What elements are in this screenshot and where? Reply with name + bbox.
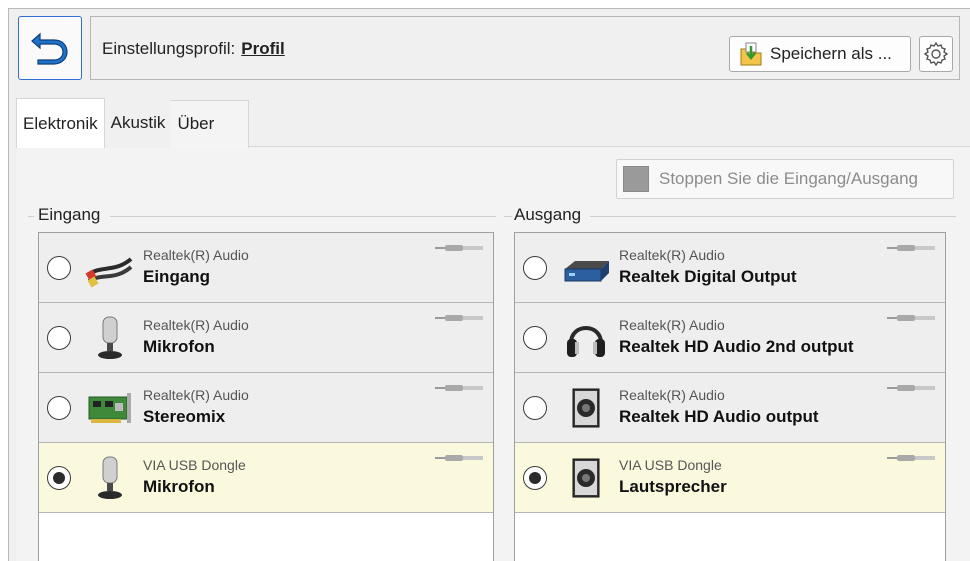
tab-akustik[interactable]: Akustik: [104, 98, 172, 148]
input-group-divider-left: [28, 216, 34, 217]
sound-card-icon: [88, 393, 131, 423]
device-vendor: VIA USB Dongle: [619, 457, 722, 473]
tab-bar: Elektronik Akustik Über: [16, 98, 250, 148]
output-device-row[interactable]: Realtek(R) Audio Realtek HD Audio output: [515, 373, 945, 443]
speaker-icon: [572, 458, 600, 498]
tab-ueber[interactable]: Über: [171, 100, 250, 148]
audio-jack-icon: [887, 455, 935, 461]
input-group-title: Eingang: [38, 205, 101, 224]
device-name: Mikrofon: [143, 477, 215, 496]
output-device-row[interactable]: VIA USB Dongle Lautsprecher: [515, 443, 945, 513]
device-radio[interactable]: [47, 326, 71, 350]
audio-jack-icon: [435, 455, 483, 461]
device-radio[interactable]: [47, 256, 71, 280]
profile-label: Einstellungsprofil:: [102, 39, 236, 58]
input-device-row[interactable]: Realtek(R) Audio Eingang: [39, 233, 493, 303]
output-group-divider: [590, 216, 956, 217]
save-as-label: Speichern als ...: [770, 44, 892, 63]
stop-icon: [623, 166, 649, 192]
input-device-list: Realtek(R) Audio Eingang Realtek(R) Audi…: [38, 232, 494, 561]
device-radio[interactable]: [523, 396, 547, 420]
device-vendor: Realtek(R) Audio: [619, 247, 725, 263]
audio-jack-icon: [435, 245, 483, 251]
tab-elektronik[interactable]: Elektronik: [16, 98, 105, 148]
settings-button[interactable]: [919, 36, 953, 72]
profile-label-container: Einstellungsprofil: Profil: [102, 39, 285, 59]
profile-name-link[interactable]: Profil: [241, 39, 284, 58]
microphone-icon: [98, 456, 122, 499]
input-group-divider: [110, 216, 496, 217]
device-name: Lautsprecher: [619, 477, 727, 496]
speaker-icon: [572, 388, 600, 428]
device-radio[interactable]: [47, 466, 71, 490]
audio-jack-icon: [435, 315, 483, 321]
back-button[interactable]: [18, 16, 82, 80]
output-device-list: Realtek(R) Audio Realtek Digital Output …: [514, 232, 946, 561]
input-device-row[interactable]: VIA USB Dongle Mikrofon: [39, 443, 493, 513]
audio-jack-icon: [887, 245, 935, 251]
audio-jack-icon: [435, 385, 483, 391]
microphone-icon: [98, 316, 122, 359]
profile-bar: Einstellungsprofil: Profil Speichern als …: [90, 16, 960, 80]
device-radio[interactable]: [523, 256, 547, 280]
headphones-icon: [567, 326, 605, 357]
save-as-button[interactable]: Speichern als ...: [729, 36, 911, 72]
device-radio[interactable]: [523, 326, 547, 350]
device-name: Eingang: [143, 267, 211, 286]
save-document-icon: [740, 42, 762, 66]
output-device-row[interactable]: Realtek(R) Audio Realtek Digital Output: [515, 233, 945, 303]
device-name: Stereomix: [143, 407, 226, 426]
audio-jack-icon: [887, 315, 935, 321]
output-group-divider-left: [504, 216, 512, 217]
device-name: Realtek Digital Output: [619, 267, 797, 286]
device-vendor: Realtek(R) Audio: [143, 247, 249, 263]
device-vendor: Realtek(R) Audio: [619, 317, 725, 333]
stop-io-label: Stoppen Sie die Eingang/Ausgang: [659, 169, 918, 188]
digital-receiver-icon: [564, 261, 609, 282]
stop-io-button[interactable]: Stoppen Sie die Eingang/Ausgang: [616, 159, 954, 199]
device-name: Realtek HD Audio output: [619, 407, 819, 426]
device-vendor: VIA USB Dongle: [143, 457, 246, 473]
audio-jack-icon: [887, 385, 935, 391]
input-device-row[interactable]: Realtek(R) Audio Mikrofon: [39, 303, 493, 373]
device-vendor: Realtek(R) Audio: [143, 317, 249, 333]
device-vendor: Realtek(R) Audio: [619, 387, 725, 403]
device-radio[interactable]: [523, 466, 547, 490]
device-name: Mikrofon: [143, 337, 215, 356]
device-radio[interactable]: [47, 396, 71, 420]
output-device-row[interactable]: Realtek(R) Audio Realtek HD Audio 2nd ou…: [515, 303, 945, 373]
device-name: Realtek HD Audio 2nd output: [619, 337, 854, 356]
input-device-row[interactable]: Realtek(R) Audio Stereomix: [39, 373, 493, 443]
device-vendor: Realtek(R) Audio: [143, 387, 249, 403]
rca-cable-icon: [85, 257, 133, 288]
back-arrow-icon: [31, 32, 68, 65]
gear-icon: [923, 41, 949, 67]
output-group-title: Ausgang: [514, 205, 582, 224]
